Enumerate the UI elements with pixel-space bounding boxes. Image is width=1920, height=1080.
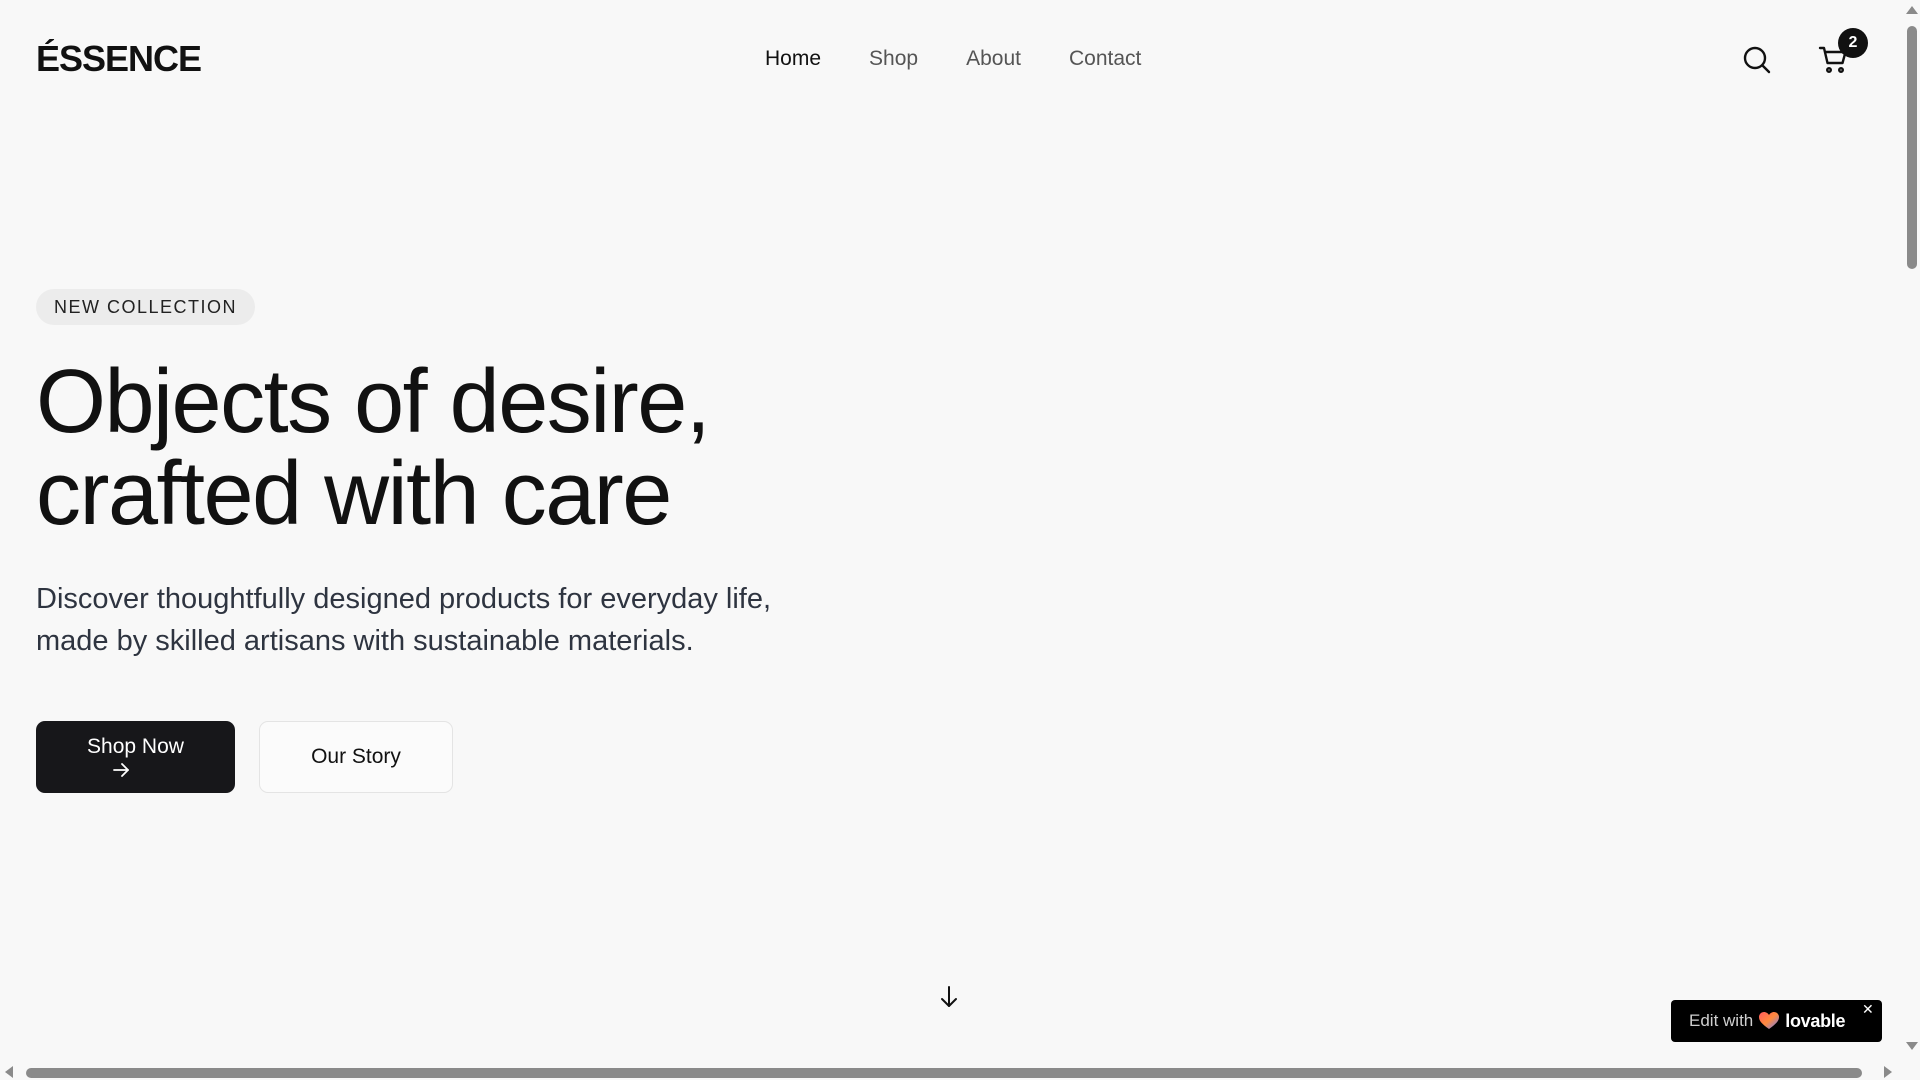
site-header: ÉSSENCE Home Shop About Contact 2	[0, 0, 1903, 118]
nav-shop[interactable]: Shop	[869, 47, 918, 71]
main-nav: Home Shop About Contact	[765, 47, 1141, 71]
scroll-left-arrow-icon[interactable]	[5, 1066, 13, 1078]
edit-with-lovable-badge[interactable]: Edit with lovable	[1671, 1000, 1882, 1042]
lovable-close-icon[interactable]: ✕	[1862, 1002, 1876, 1016]
page-viewport: ÉSSENCE Home Shop About Contact 2 NEW CO…	[0, 0, 1903, 1064]
hero-subtext: Discover thoughtfully designed products …	[36, 578, 916, 662]
scroll-down-arrow-icon[interactable]	[1906, 1042, 1918, 1050]
logo[interactable]: ÉSSENCE	[36, 38, 202, 80]
nav-about[interactable]: About	[966, 47, 1021, 71]
subtext-line-2: made by skilled artisans with sustainabl…	[36, 625, 694, 657]
nav-home[interactable]: Home	[765, 47, 821, 71]
collection-badge: NEW COLLECTION	[36, 289, 256, 325]
scroll-right-arrow-icon[interactable]	[1884, 1066, 1892, 1078]
cart-count-badge: 2	[1838, 28, 1868, 58]
horizontal-scroll-thumb[interactable]	[26, 1068, 1862, 1078]
vertical-scrollbar[interactable]	[1903, 0, 1920, 1064]
scroll-up-arrow-icon[interactable]	[1906, 6, 1918, 14]
hero-headline: Objects of desire, crafted with care	[36, 356, 936, 540]
shop-now-label: Shop Now	[87, 735, 184, 758]
nav-contact[interactable]: Contact	[1069, 47, 1141, 71]
search-button[interactable]	[1741, 44, 1773, 76]
our-story-button[interactable]: Our Story	[259, 721, 453, 793]
lovable-brand: lovable	[1785, 1010, 1846, 1031]
lovable-edit-text: Edit with	[1689, 1011, 1754, 1030]
headline-line-2: crafted with care	[36, 444, 672, 544]
horizontal-scrollbar[interactable]	[0, 1064, 1903, 1080]
arrow-down-icon	[941, 986, 957, 1007]
scroll-down-button[interactable]	[936, 984, 962, 1010]
vertical-scroll-thumb[interactable]	[1907, 26, 1917, 269]
arrow-right-icon	[112, 763, 129, 777]
lovable-heart-icon	[1759, 1012, 1780, 1029]
shop-now-button[interactable]: Shop Now	[36, 721, 235, 793]
search-icon	[1743, 46, 1771, 74]
subtext-line-1: Discover thoughtfully designed products …	[36, 583, 772, 615]
headline-line-1: Objects of desire,	[36, 352, 711, 452]
